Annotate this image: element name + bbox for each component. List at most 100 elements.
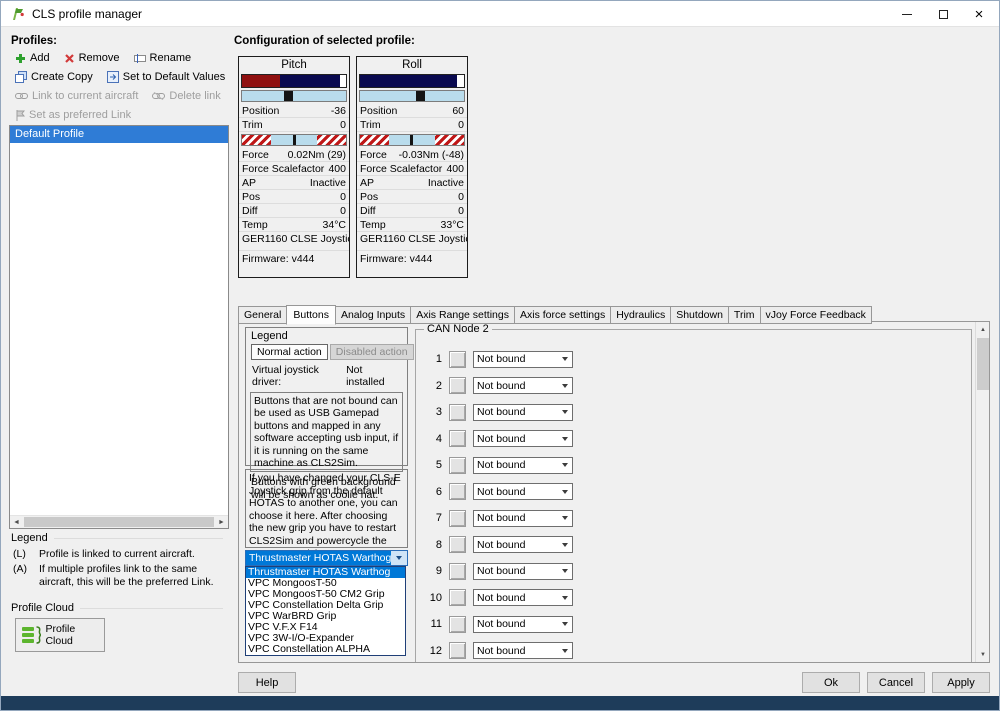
- grip-dropdown-option[interactable]: VPC V.F.X F14: [246, 622, 405, 633]
- joystick-button[interactable]: [449, 483, 466, 501]
- set-default-values-label: Set to Default Values: [122, 71, 226, 83]
- binding-dropdown[interactable]: Not bound: [473, 456, 573, 474]
- can-button-row: 11 Not bound: [416, 611, 971, 638]
- binding-dropdown[interactable]: Not bound: [473, 377, 573, 395]
- temp-label: Temp: [360, 219, 386, 231]
- close-button[interactable]: ×: [961, 1, 997, 27]
- binding-value: Not bound: [477, 538, 526, 551]
- can-button-row: 8 Not bound: [416, 532, 971, 559]
- joystick-button[interactable]: [449, 403, 466, 421]
- chevron-down-icon: [558, 595, 572, 600]
- grip-dropdown-option[interactable]: Thrustmaster HOTAS Warthog: [246, 567, 405, 578]
- joystick-button[interactable]: [449, 509, 466, 527]
- profiles-toolbar-row-3: Link to current aircraft Delete link: [15, 88, 221, 104]
- link-aircraft-button: Link to current aircraft: [15, 90, 138, 102]
- legend-a-text: If multiple profiles link to the same ai…: [39, 563, 214, 589]
- binding-value: Not bound: [477, 618, 526, 631]
- binding-dropdown[interactable]: Not bound: [473, 589, 573, 607]
- grip-dropdown-option[interactable]: VPC Constellation ALPHA: [246, 644, 405, 655]
- profile-cloud-button[interactable]: Profile Cloud: [15, 618, 105, 652]
- copy-icon: [15, 71, 27, 83]
- grip-dropdown-option[interactable]: VPC MongoosT-50: [246, 578, 405, 589]
- joystick-button[interactable]: [449, 377, 466, 395]
- tab[interactable]: Buttons: [286, 305, 336, 325]
- tab[interactable]: Axis Range settings: [410, 306, 515, 324]
- tab[interactable]: Hydraulics: [610, 306, 672, 324]
- binding-dropdown[interactable]: Not bound: [473, 536, 573, 554]
- tab[interactable]: Shutdown: [670, 306, 729, 324]
- grip-dropdown-option[interactable]: VPC MongoosT-50 CM2 Grip: [246, 589, 405, 600]
- joystick-button[interactable]: [449, 615, 466, 633]
- legend-section-title: Legend: [11, 532, 48, 544]
- profile-list[interactable]: ◄ ► Default Profile: [9, 125, 229, 529]
- set-default-values-button[interactable]: Set to Default Values: [106, 71, 226, 83]
- scrollbar-thumb[interactable]: [977, 338, 989, 390]
- binding-dropdown[interactable]: Not bound: [473, 403, 573, 421]
- chevron-down-icon: [558, 410, 572, 415]
- position-marker: [416, 91, 426, 101]
- set-preferred-link-label: Set as preferred Link: [29, 109, 132, 121]
- binding-value: Not bound: [477, 591, 526, 604]
- horizontal-scrollbar[interactable]: ◄ ►: [10, 515, 228, 528]
- diff-label: Diff: [242, 205, 258, 217]
- trim-value: 0: [458, 119, 464, 131]
- binding-dropdown[interactable]: Not bound: [473, 350, 573, 368]
- x-icon: [64, 53, 74, 63]
- trim-value: 0: [340, 119, 346, 131]
- cancel-button[interactable]: Cancel: [867, 672, 925, 693]
- chevron-down-icon[interactable]: [391, 551, 407, 565]
- scrollbar-thumb[interactable]: [24, 517, 214, 527]
- buttons-tab-page: Legend Normal action Disabled action Vir…: [238, 321, 990, 663]
- joystick-button[interactable]: [449, 642, 466, 660]
- app-icon: [13, 7, 24, 20]
- rename-profile-button[interactable]: Rename: [133, 52, 191, 64]
- roll-gauge-box: Roll Position 60 Trim 0 Force -0.03Nm (-48)…: [356, 56, 468, 278]
- grip-dropdown-option[interactable]: VPC WarBRD Grip: [246, 611, 405, 622]
- scroll-left-icon[interactable]: ◄: [10, 516, 23, 529]
- binding-dropdown[interactable]: Not bound: [473, 509, 573, 527]
- binding-dropdown[interactable]: Not bound: [473, 483, 573, 501]
- grip-dropdown-option[interactable]: VPC Constellation Delta Grip: [246, 600, 405, 611]
- grip-selected-value: Thrustmaster HOTAS Warthog: [246, 551, 391, 565]
- add-profile-button[interactable]: Add: [15, 52, 50, 64]
- tab[interactable]: vJoy Force Feedback: [759, 306, 872, 324]
- tab[interactable]: Trim: [727, 306, 761, 324]
- apply-button[interactable]: Apply: [932, 672, 990, 693]
- profile-list-item[interactable]: Default Profile: [10, 126, 228, 143]
- maximize-button[interactable]: [925, 1, 961, 27]
- grip-select-dropdown[interactable]: Thrustmaster HOTAS Warthog: [245, 550, 408, 566]
- tab[interactable]: General: [238, 306, 288, 324]
- add-label: Add: [30, 52, 50, 64]
- joystick-button[interactable]: [449, 350, 466, 368]
- joystick-button[interactable]: [449, 589, 466, 607]
- firmware-version: Firmware: v444: [357, 250, 467, 267]
- chevron-down-icon: [558, 357, 572, 362]
- tab[interactable]: Axis force settings: [514, 306, 612, 324]
- binding-dropdown[interactable]: Not bound: [473, 615, 573, 633]
- chevron-down-icon: [558, 383, 572, 388]
- joystick-button[interactable]: [449, 536, 466, 554]
- remove-profile-button[interactable]: Remove: [64, 52, 120, 64]
- scroll-right-icon[interactable]: ►: [215, 516, 228, 529]
- scroll-up-icon[interactable]: ▲: [976, 322, 989, 337]
- binding-dropdown[interactable]: Not bound: [473, 562, 573, 580]
- binding-dropdown[interactable]: Not bound: [473, 430, 573, 448]
- joystick-button[interactable]: [449, 456, 466, 474]
- chevron-down-icon: [558, 516, 572, 521]
- joystick-button[interactable]: [449, 562, 466, 580]
- minimize-button[interactable]: [889, 1, 925, 27]
- vertical-scrollbar[interactable]: ▲ ▼: [975, 322, 989, 662]
- ok-button[interactable]: Ok: [802, 672, 860, 693]
- create-copy-button[interactable]: Create Copy: [15, 71, 93, 83]
- profile-cloud-button-label: Profile Cloud: [45, 623, 76, 647]
- scroll-down-icon[interactable]: ▼: [976, 647, 989, 662]
- joystick-button[interactable]: [449, 430, 466, 448]
- binding-dropdown[interactable]: Not bound: [473, 642, 573, 660]
- tab[interactable]: Analog Inputs: [334, 306, 412, 324]
- profile-cloud-icon: [22, 626, 42, 644]
- ap-label: AP: [360, 177, 375, 189]
- grip-dropdown-option[interactable]: VPC 3W-I/O-Expander: [246, 633, 405, 644]
- can-button-number: 2: [435, 379, 442, 392]
- binding-value: Not bound: [477, 353, 526, 366]
- help-button[interactable]: Help: [238, 672, 296, 693]
